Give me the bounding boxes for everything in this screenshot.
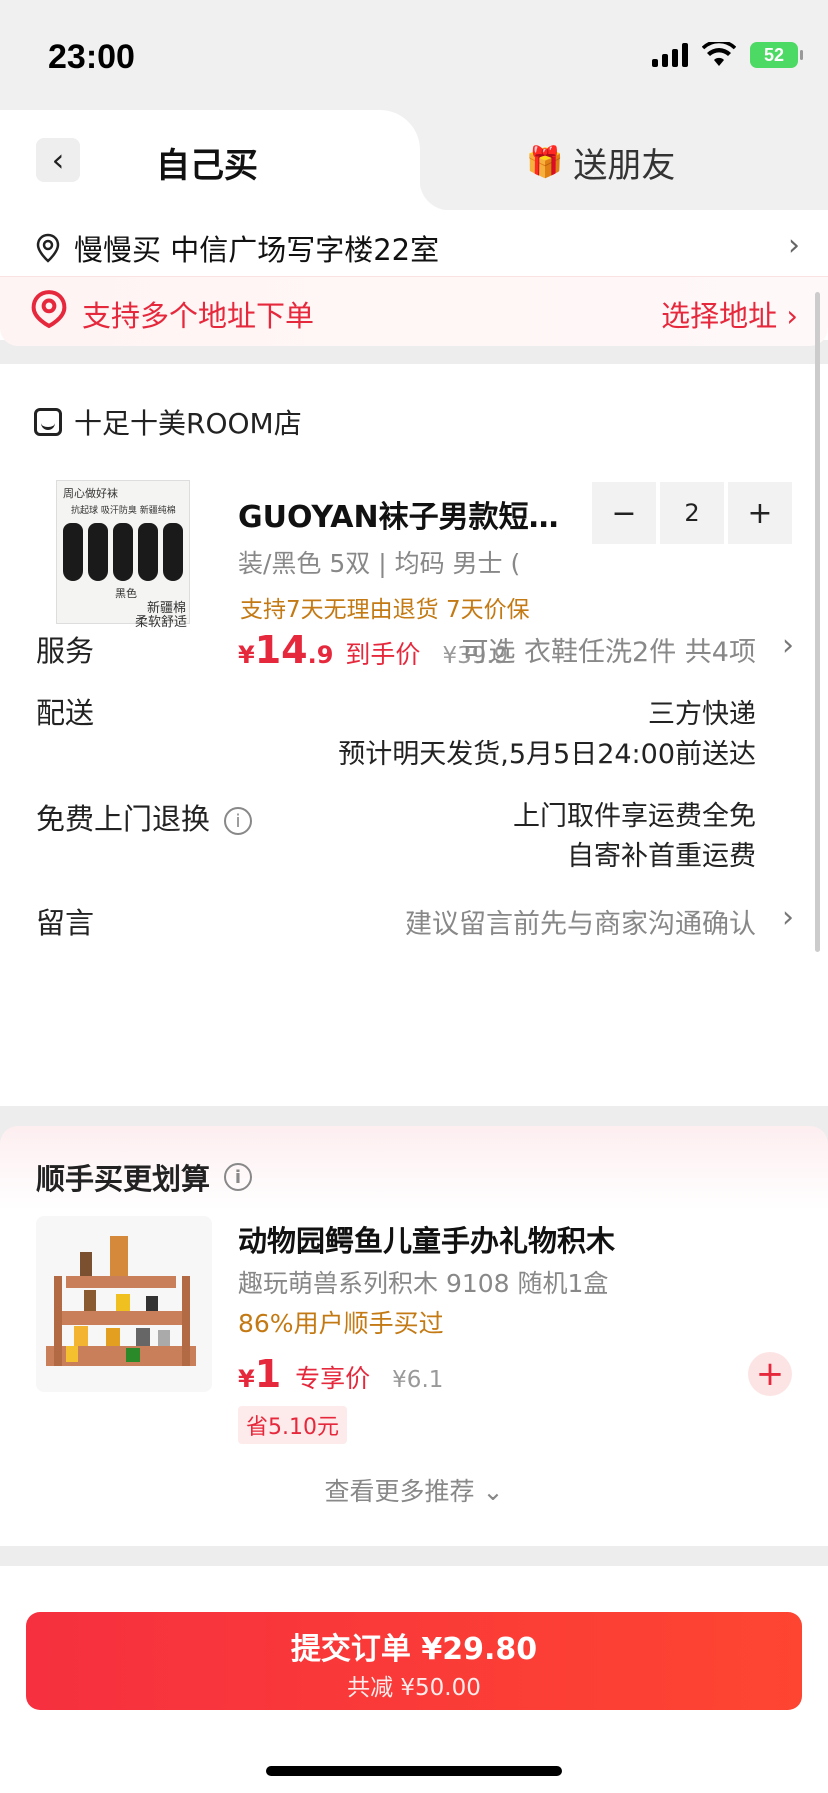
recommend-title-row: 顺手买更划算 i [36,1156,253,1198]
tab-gift-label: 送朋友 [573,146,676,186]
return-row: 免费上门退换 i [36,796,253,838]
chevron-right-icon[interactable]: › [788,228,800,263]
multi-address-label: 支持多个地址下单 [82,299,315,333]
status-time: 23:00 [48,38,135,76]
battery-icon: 52 [750,42,803,68]
scrollbar[interactable] [815,292,820,952]
product-image-slogan: 柔软舒适 [135,615,188,630]
recommend-spec: 趣玩萌兽系列积木 9108 随机1盒 [238,1269,609,1298]
add-icon[interactable]: + [748,1352,792,1396]
address-text: 慢慢买 中信广场写字楼22室 [74,233,440,267]
multi-address-banner[interactable]: 支持多个地址下单 选择地址 › [0,276,828,346]
delivery-estimate: 预计明天发货,5月5日24:00前送达 [338,739,756,770]
delivery-label: 配送 [36,696,95,730]
status-bar: 23:00 52 [0,0,828,110]
product-image-tag: 抗起球 吸汗防臭 新疆纯棉 [71,506,176,516]
price-symbol: ¥ [238,1365,255,1393]
shop-name: 十足十美ROOM店 [74,407,302,440]
tab-self-buy-label: 自己买 [156,146,258,186]
delivery-method: 三方快递 [648,699,756,730]
price-integer: 14 [254,628,308,672]
price-decimal: .9 [307,641,334,669]
return-label: 免费上门退换 [36,802,211,836]
product-tags: 支持7天无理由退货 7天价保 [240,597,530,623]
submit-sub-label: 共减 ¥50.00 [347,1675,481,1701]
chevron-right-icon[interactable]: › [782,628,794,663]
price-label: 到手价 [345,640,421,669]
home-indicator[interactable] [266,1766,562,1776]
submit-main-label: 提交订单 ¥29.80 [290,1632,538,1667]
bottom-bar: 提交订单 ¥29.80 共减 ¥50.00 [0,1566,828,1793]
sock-graphic [138,523,158,581]
select-address-link[interactable]: 选择地址 › [661,293,798,335]
shop-row[interactable]: 十足十美ROOM店 [34,402,302,442]
toy-blocks-image [46,1236,196,1366]
shop-icon [34,408,62,436]
sock-graphic [88,523,108,581]
submit-order-button[interactable]: 提交订单 ¥29.80 共减 ¥50.00 [26,1612,802,1710]
wifi-icon [702,42,736,66]
tab-header: ‹ 自己买 🎁 送朋友 [0,110,828,210]
tab-self-buy[interactable]: ‹ 自己买 [0,110,450,210]
message-label: 留言 [36,906,95,940]
sock-graphic [163,523,183,581]
chevron-right-icon[interactable]: › [782,900,794,935]
recommend-price: ¥ 1 专享价 ¥6.1 [238,1352,443,1396]
gift-icon: 🎁 [526,145,564,180]
address-row[interactable]: 慢慢买 中信广场写字楼22室 [36,228,796,268]
recommend-bought: 86%用户顺手买过 [238,1309,444,1338]
product-title[interactable]: GUOYAN袜子男款短… [238,492,558,536]
info-icon[interactable]: i [224,1163,253,1191]
increase-button[interactable]: + [728,482,792,544]
order-card: 十足十美ROOM店 周心做好袜 抗起球 吸汗防臭 新疆纯棉 黑色 新疆棉 柔软舒… [0,364,828,1106]
quantity-value[interactable]: 2 [660,482,724,544]
product-image[interactable]: 周心做好袜 抗起球 吸汗防臭 新疆纯棉 黑色 新疆棉 柔软舒适 [56,480,190,630]
sock-graphic [63,523,83,581]
recommend-title: 顺手买更划算 [36,1162,211,1196]
status-icons: 52 [652,42,803,68]
save-badge: 省5.10元 [238,1406,347,1444]
recommend-card: 顺手买更划算 i 动物园鳄鱼儿童手办礼物积木 趣玩萌兽系列积木 9108 随机1盒… [0,1126,828,1546]
original-price: ¥6.1 [392,1367,444,1393]
recommend-image[interactable] [36,1216,212,1392]
return-value-free: 上门取件享运费全免 [513,801,756,832]
product-image-brand: 周心做好袜 [63,487,118,500]
price-integer: 1 [254,1352,282,1396]
recommend-name[interactable]: 动物园鳄鱼儿童手办礼物积木 [238,1218,615,1260]
decrease-button[interactable]: − [592,482,656,544]
location-pin-icon [36,233,60,263]
price-label: 专享价 [295,1364,371,1393]
info-icon[interactable]: i [224,807,253,835]
quantity-stepper: − 2 + [592,482,792,544]
price-symbol: ¥ [238,641,255,669]
back-button[interactable]: ‹ [36,138,80,182]
product-spec[interactable]: 装/黑色 5双 | 均码 男士 ( [238,544,520,580]
chevron-left-icon: ‹ [51,141,65,179]
service-label: 服务 [36,634,95,668]
more-recommend-link[interactable]: 查看更多推荐 ⌄ [0,1472,828,1508]
service-value[interactable]: 可选 衣鞋任洗2件 共4项 [461,630,756,669]
signal-icon [652,43,688,67]
tab-gift[interactable]: 🎁 送朋友 [526,138,675,187]
return-value-self: 自寄补首重运费 [567,841,756,872]
sock-graphic [113,523,133,581]
location-pin-icon [31,290,67,329]
product-image-color: 黑色 [115,587,137,600]
message-input[interactable]: 建议留言前先与商家沟通确认 [405,902,756,941]
